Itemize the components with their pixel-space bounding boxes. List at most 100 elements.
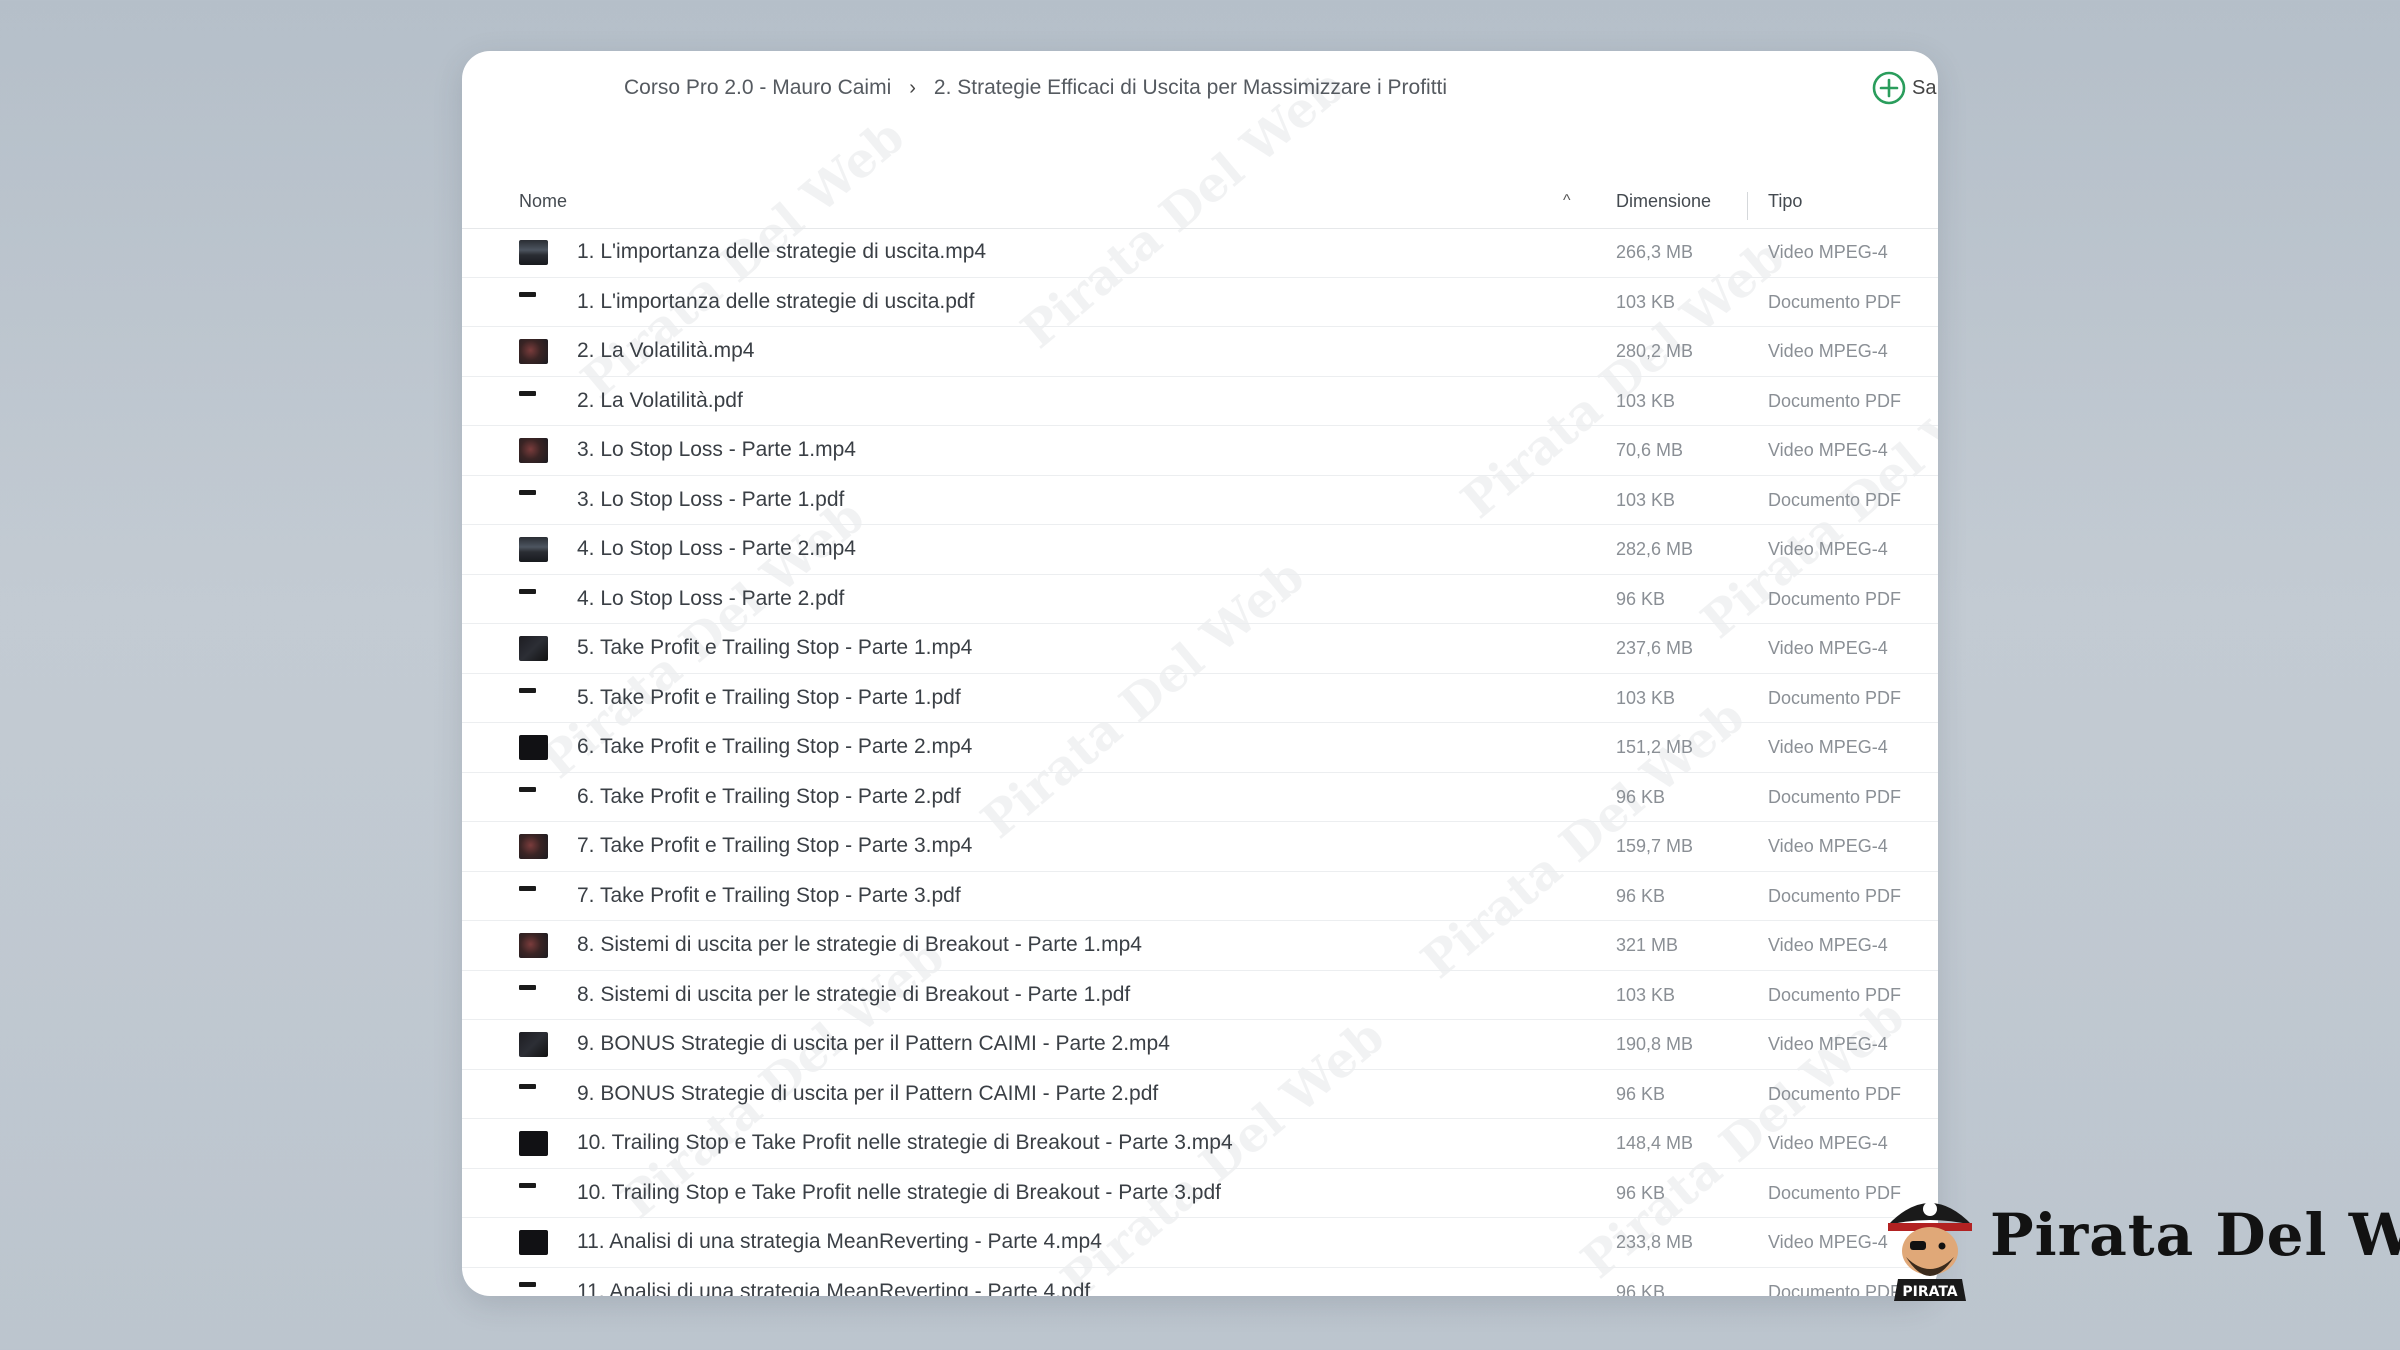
sort-ascending-icon[interactable]: ^ xyxy=(1563,174,1571,228)
file-type: Documento PDF xyxy=(1768,588,1902,609)
file-size: 96 KB xyxy=(1616,588,1666,609)
file-row[interactable]: 2. La Volatilità.mp4 280,2 MB Video MPEG-4 xyxy=(462,327,1938,377)
pirata-del-web-logo: PIRATA Pirata Del Web xyxy=(1880,1185,2400,1305)
file-type: Video MPEG-4 xyxy=(1768,242,1888,262)
file-row[interactable]: 8. Sistemi di uscita per le strategie di… xyxy=(462,971,1938,1020)
video-thumbnail-icon xyxy=(519,240,548,265)
file-type: Video MPEG-4 xyxy=(1768,1232,1888,1252)
column-header-name[interactable]: Nome xyxy=(519,174,567,228)
file-row[interactable]: 5. Take Profit e Trailing Stop - Parte 1… xyxy=(462,674,1938,723)
column-header-size[interactable]: Dimensione xyxy=(1616,174,1711,228)
file-type: Video MPEG-4 xyxy=(1768,737,1888,757)
file-size: 96 KB xyxy=(1616,1182,1666,1203)
video-thumbnail-icon xyxy=(519,339,548,364)
file-type: Documento PDF xyxy=(1768,489,1902,510)
file-row[interactable]: 1. L'importanza delle strategie di uscit… xyxy=(462,278,1938,327)
file-row[interactable]: 3. Lo Stop Loss - Parte 1.pdf 103 KB Docum… xyxy=(462,476,1938,525)
file-size: 266,3 MB xyxy=(1616,242,1694,262)
file-size: 237,6 MB xyxy=(1616,638,1694,658)
file-name[interactable]: 1. L'importanza delle strategie di uscit… xyxy=(577,228,986,276)
file-row[interactable]: 1. L'importanza delle strategie di uscit… xyxy=(462,228,1938,278)
file-name[interactable]: 7. Take Profit e Trailing Stop - Parte 3… xyxy=(577,872,961,920)
pirate-mascot-icon: PIRATA xyxy=(1888,1202,1972,1301)
video-thumbnail-icon xyxy=(519,834,548,859)
file-type: Documento PDF xyxy=(1768,984,1902,1005)
file-row[interactable]: 6. Take Profit e Trailing Stop - Parte 2… xyxy=(462,773,1938,822)
file-name[interactable]: 4. Lo Stop Loss - Parte 2.mp4 xyxy=(577,525,856,573)
file-size: 103 KB xyxy=(1616,291,1676,312)
file-row[interactable]: 7. Take Profit e Trailing Stop - Parte 3… xyxy=(462,872,1938,921)
top-bar: Corso Pro 2.0 - Mauro Caimi › 2. Strateg… xyxy=(462,51,1938,125)
file-name[interactable]: 6. Take Profit e Trailing Stop - Parte 2… xyxy=(577,773,961,821)
file-row[interactable]: 4. Lo Stop Loss - Parte 2.mp4 282,6 MB Vid… xyxy=(462,525,1938,575)
file-row[interactable]: 2. La Volatilità.pdf 103 KB Documento PDF xyxy=(462,377,1938,426)
file-size: 103 KB xyxy=(1616,687,1676,708)
file-name[interactable]: 7. Take Profit e Trailing Stop - Parte 3… xyxy=(577,822,972,870)
file-row[interactable]: 6. Take Profit e Trailing Stop - Parte 2… xyxy=(462,723,1938,773)
video-thumbnail-icon xyxy=(519,1131,548,1156)
file-size: 280,2 MB xyxy=(1616,341,1694,361)
file-name[interactable]: 10. Trailing Stop e Take Profit nelle st… xyxy=(577,1169,1221,1217)
file-size: 233,8 MB xyxy=(1616,1232,1694,1252)
file-name[interactable]: 2. La Volatilità.mp4 xyxy=(577,327,754,375)
pdf-file-icon xyxy=(519,1083,536,1089)
file-name[interactable]: 5. Take Profit e Trailing Stop - Parte 1… xyxy=(577,674,961,722)
file-browser-panel: Pirata Del Web Pirata Del Web Pirata Del W… xyxy=(462,51,1938,1296)
add-button[interactable]: Sa xyxy=(1872,70,1936,106)
video-thumbnail-icon xyxy=(519,537,548,562)
file-size: 159,7 MB xyxy=(1616,836,1694,856)
file-name[interactable]: 8. Sistemi di uscita per le strategie di… xyxy=(577,971,1130,1019)
file-type: Video MPEG-4 xyxy=(1768,341,1888,361)
file-name[interactable]: 6. Take Profit e Trailing Stop - Parte 2… xyxy=(577,723,972,771)
pdf-file-icon xyxy=(519,291,536,297)
file-name[interactable]: 11. Analisi di una strategia MeanReverti… xyxy=(577,1218,1102,1266)
column-divider[interactable] xyxy=(1747,192,1748,220)
file-size: 103 KB xyxy=(1616,489,1676,510)
file-name[interactable]: 3. Lo Stop Loss - Parte 1.mp4 xyxy=(577,426,856,474)
file-size: 103 KB xyxy=(1616,390,1676,411)
file-name[interactable]: 9. BONUS Strategie di uscita per il Patt… xyxy=(577,1070,1158,1118)
file-row[interactable]: 10. Trailing Stop e Take Profit nelle st… xyxy=(462,1169,1938,1218)
breadcrumb-item-course[interactable]: Corso Pro 2.0 - Mauro Caimi xyxy=(624,76,891,100)
file-name[interactable]: 2. La Volatilità.pdf xyxy=(577,377,743,425)
file-type: Video MPEG-4 xyxy=(1768,638,1888,658)
file-type: Documento PDF xyxy=(1768,687,1902,708)
breadcrumb: Corso Pro 2.0 - Mauro Caimi › 2. Strateg… xyxy=(624,51,1447,125)
file-type: Video MPEG-4 xyxy=(1768,935,1888,955)
pdf-file-icon xyxy=(519,588,536,594)
file-row[interactable]: 11. Analisi di una strategia MeanReverti… xyxy=(462,1268,1938,1297)
video-thumbnail-icon xyxy=(519,1230,548,1255)
file-size: 96 KB xyxy=(1616,885,1666,906)
file-name[interactable]: 4. Lo Stop Loss - Parte 2.pdf xyxy=(577,575,844,623)
video-thumbnail-icon xyxy=(519,438,548,463)
file-size: 282,6 MB xyxy=(1616,539,1694,559)
file-type: Documento PDF xyxy=(1768,390,1902,411)
file-row[interactable]: 3. Lo Stop Loss - Parte 1.mp4 70,6 MB Vide… xyxy=(462,426,1938,476)
file-size: 96 KB xyxy=(1616,1281,1666,1297)
file-type: Video MPEG-4 xyxy=(1768,1133,1888,1153)
file-size: 103 KB xyxy=(1616,984,1676,1005)
video-thumbnail-icon xyxy=(519,933,548,958)
file-row[interactable]: 5. Take Profit e Trailing Stop - Parte 1… xyxy=(462,624,1938,674)
file-size: 96 KB xyxy=(1616,1083,1666,1104)
file-row[interactable]: 10. Trailing Stop e Take Profit nelle st… xyxy=(462,1119,1938,1169)
file-type: Documento PDF xyxy=(1768,291,1902,312)
file-name[interactable]: 1. L'importanza delle strategie di uscit… xyxy=(577,278,974,326)
pdf-file-icon xyxy=(519,489,536,495)
file-row[interactable]: 7. Take Profit e Trailing Stop - Parte 3… xyxy=(462,822,1938,872)
pdf-file-icon xyxy=(519,390,536,396)
file-type: Video MPEG-4 xyxy=(1768,539,1888,559)
file-name[interactable]: 8. Sistemi di uscita per le strategie di… xyxy=(577,921,1142,969)
file-name[interactable]: 11. Analisi di una strategia MeanReverti… xyxy=(577,1268,1090,1297)
file-name[interactable]: 5. Take Profit e Trailing Stop - Parte 1… xyxy=(577,624,972,672)
file-name[interactable]: 9. BONUS Strategie di uscita per il Patt… xyxy=(577,1020,1170,1068)
column-header-type[interactable]: Tipo xyxy=(1768,174,1802,228)
file-row[interactable]: 4. Lo Stop Loss - Parte 2.pdf 96 KB Docume… xyxy=(462,575,1938,624)
breadcrumb-item-current-folder[interactable]: 2. Strategie Efficaci di Uscita per Mass… xyxy=(934,76,1447,100)
file-row[interactable]: 9. BONUS Strategie di uscita per il Patt… xyxy=(462,1070,1938,1119)
file-row[interactable]: 11. Analisi di una strategia MeanReverti… xyxy=(462,1218,1938,1268)
file-row[interactable]: 8. Sistemi di uscita per le strategie di… xyxy=(462,921,1938,971)
file-row[interactable]: 9. BONUS Strategie di uscita per il Patt… xyxy=(462,1020,1938,1070)
file-name[interactable]: 10. Trailing Stop e Take Profit nelle st… xyxy=(577,1119,1233,1167)
file-name[interactable]: 3. Lo Stop Loss - Parte 1.pdf xyxy=(577,476,844,524)
